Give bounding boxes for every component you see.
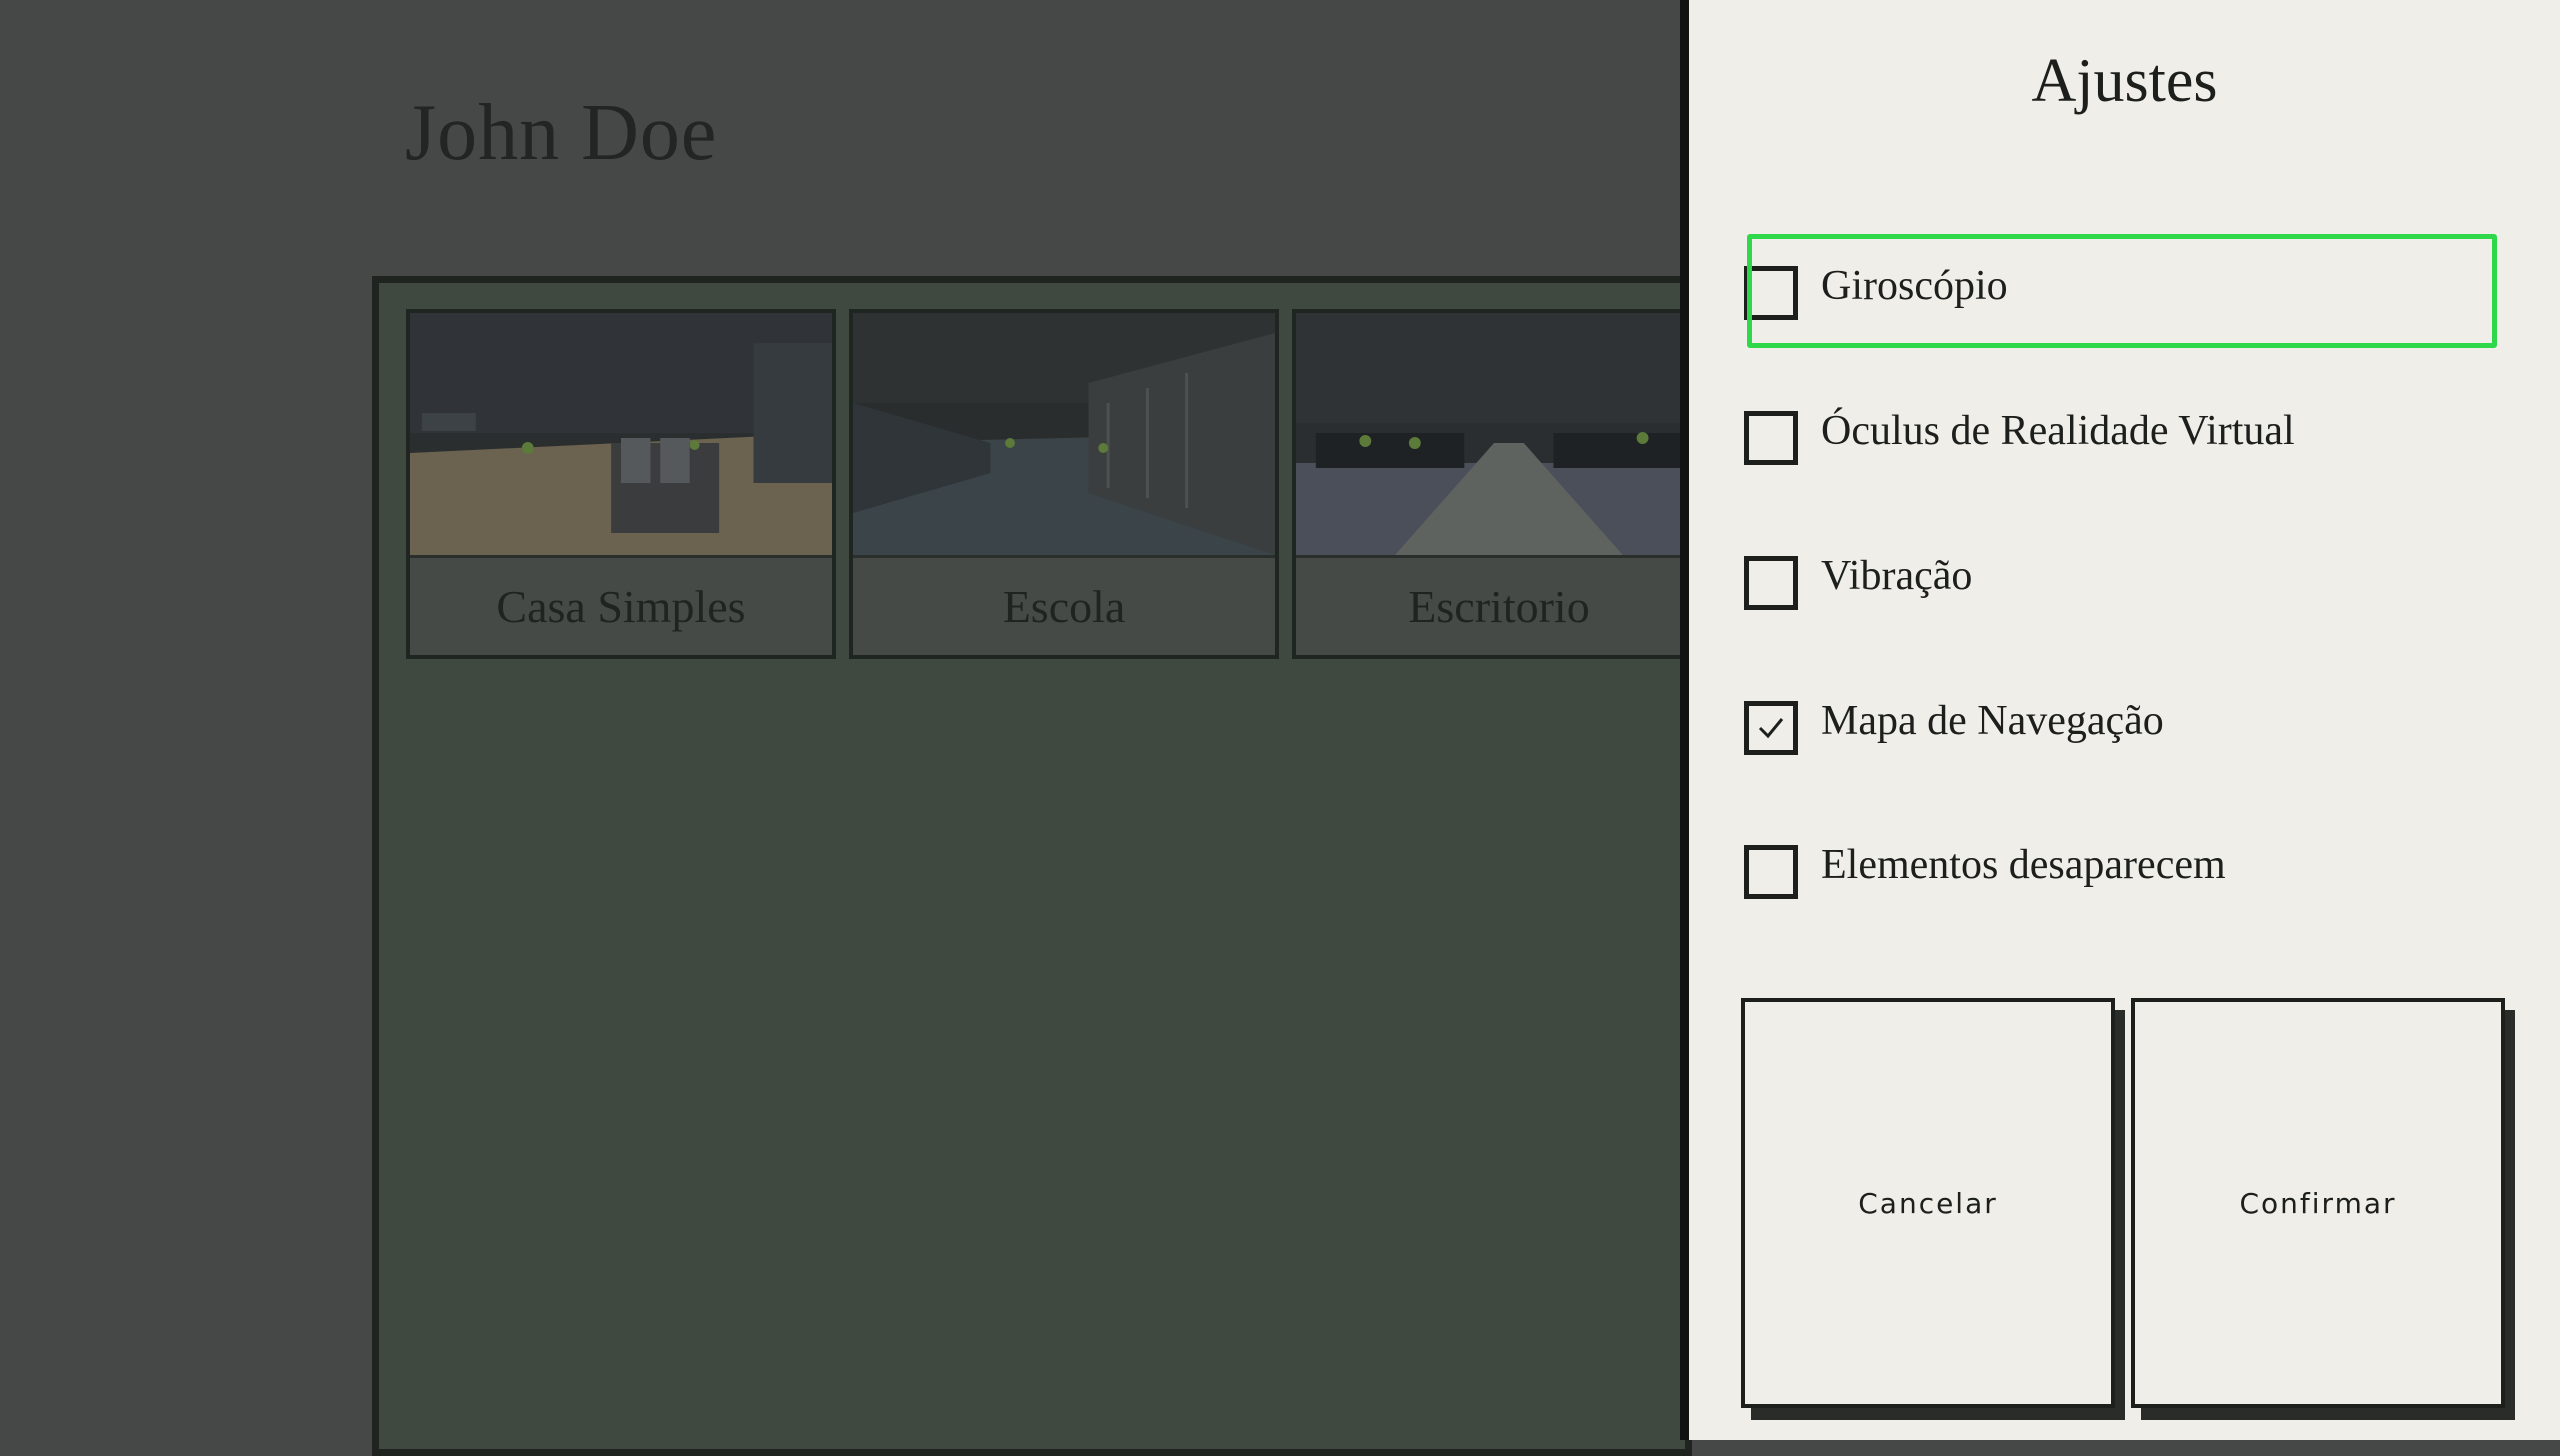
scene-card-casa-simples[interactable]: Casa Simples (406, 309, 836, 659)
option-elementos-desaparecem[interactable]: Elementos desaparecem (1739, 815, 2499, 925)
option-label: Elementos desaparecem (1821, 842, 2226, 888)
scene-thumbnail (853, 313, 1275, 555)
settings-drawer: Ajustes Giroscópio Óculus de Realidade V… (1689, 0, 2560, 1440)
confirm-button[interactable]: Confirmar (2131, 998, 2505, 1408)
background-app: John Doe Casa Simples Escola Escritorio (0, 0, 1702, 1456)
scene-thumbnail (1296, 313, 1702, 555)
scene-label: Escola (853, 555, 1275, 655)
scene-thumbnail (410, 313, 832, 555)
giroscopio-checkbox[interactable] (1744, 266, 1798, 320)
drawer-divider (1680, 0, 1689, 1440)
scene-card-escola[interactable]: Escola (849, 309, 1279, 659)
settings-title: Ajustes (2031, 47, 2218, 115)
checkmark-icon (1758, 718, 1784, 739)
option-oculus-vr[interactable]: Óculus de Realidade Virtual (1739, 381, 2499, 491)
scene-label: Casa Simples (410, 555, 832, 655)
scene-label: Escritorio (1296, 555, 1702, 655)
option-label: Giroscópio (1821, 263, 2008, 309)
scene-card-escritorio[interactable]: Escritorio (1292, 309, 1702, 659)
option-vibracao[interactable]: Vibração (1739, 526, 2499, 636)
option-label: Mapa de Navegação (1821, 698, 2164, 744)
oculus-vr-checkbox[interactable] (1744, 411, 1798, 465)
option-label: Vibração (1821, 553, 1973, 599)
option-giroscopio[interactable]: Giroscópio (1739, 234, 2499, 348)
vibracao-checkbox[interactable] (1744, 556, 1798, 610)
mapa-navegacao-checkbox[interactable] (1744, 701, 1798, 755)
scene-grid: Casa Simples Escola Escritorio (372, 276, 1702, 1456)
option-mapa-navegacao[interactable]: Mapa de Navegação (1739, 671, 2499, 781)
cancel-button[interactable]: Cancelar (1741, 998, 2115, 1408)
profile-name: John Doe (405, 89, 718, 177)
option-label: Óculus de Realidade Virtual (1821, 408, 2295, 454)
elementos-desaparecem-checkbox[interactable] (1744, 845, 1798, 899)
